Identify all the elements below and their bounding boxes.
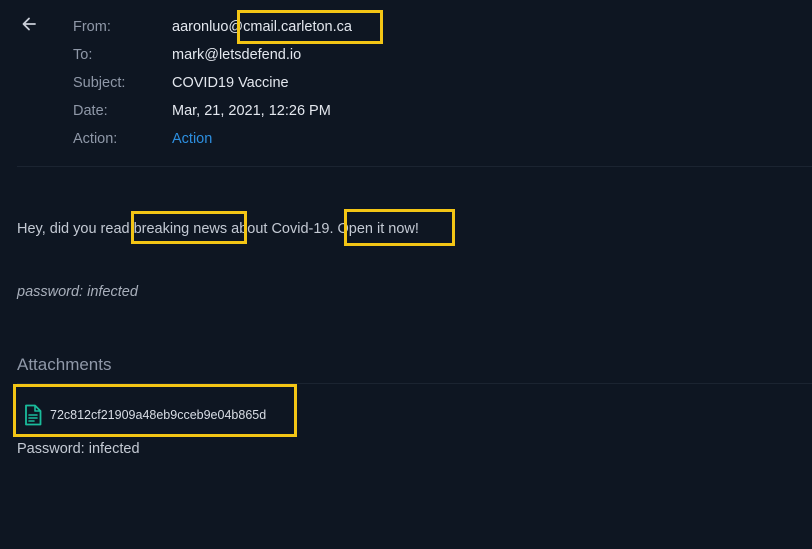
email-viewer: From: aaronluo@cmail.carleton.ca To: mar… [0,0,812,549]
action-label: Action: [73,131,118,147]
email-body-text: Hey, did you read breaking news about Co… [17,221,419,237]
from-value: aaronluo@cmail.carleton.ca [172,19,352,35]
from-label: From: [73,19,111,35]
attachment-file-name: 72c812cf21909a48eb9cceb9e04b865d [50,408,267,422]
subject-value: COVID19 Vaccine [172,75,289,91]
attachments-divider [17,383,812,384]
file-document-icon [25,404,42,426]
header-divider [17,166,812,167]
attachment-password-note: Password: infected [17,441,140,457]
attachments-title: Attachments [17,355,112,374]
action-link[interactable]: Action [172,130,212,148]
back-button[interactable] [19,14,39,34]
date-value: Mar, 21, 2021, 12:26 PM [172,103,331,119]
subject-label: Subject: [73,75,126,91]
date-label: Date: [73,103,108,119]
to-value: mark@letsdefend.io [172,47,302,63]
email-password-text: password: infected [17,284,138,300]
attachment-item[interactable]: 72c812cf21909a48eb9cceb9e04b865d [24,404,266,426]
to-label: To: [73,47,93,63]
arrow-left-icon [22,17,36,31]
